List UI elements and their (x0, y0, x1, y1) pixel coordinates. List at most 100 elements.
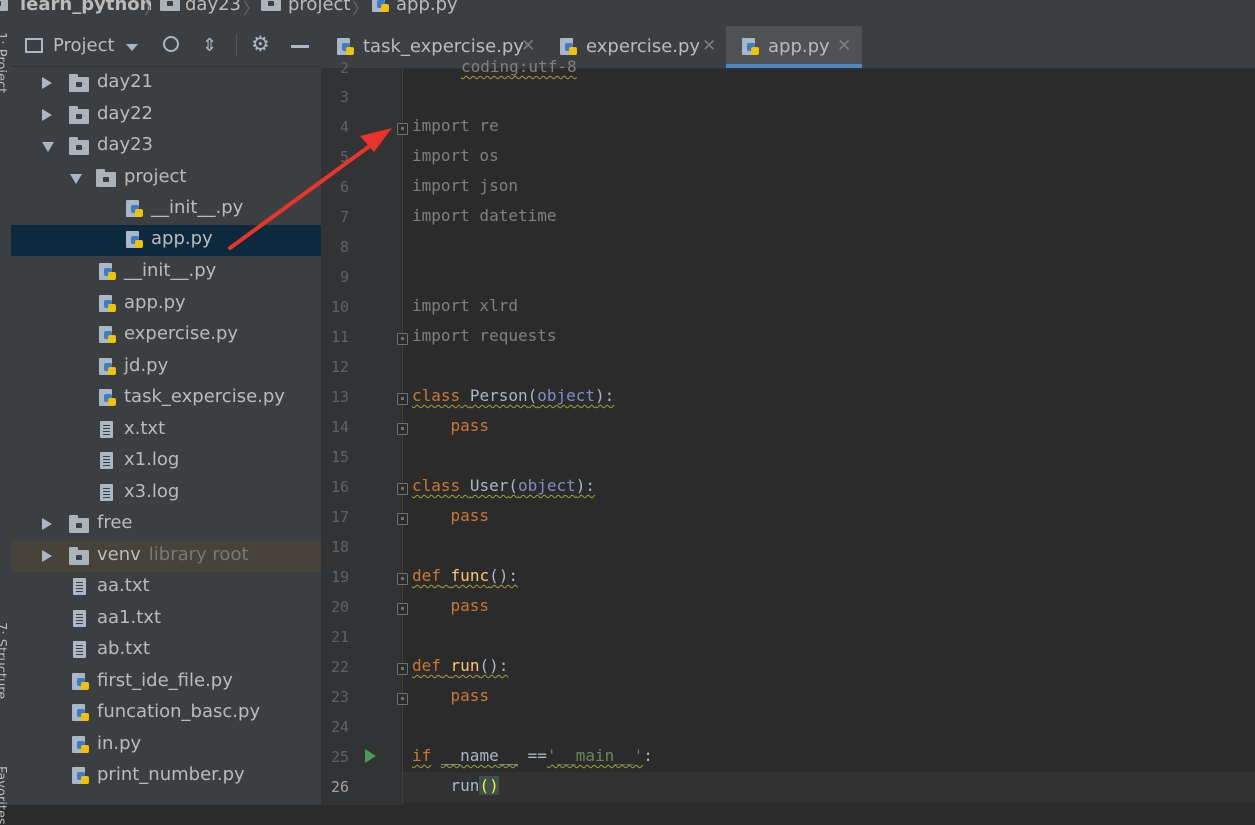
current-line-highlight (401, 772, 1255, 803)
tree-item-x1-log[interactable]: x1.log (11, 446, 321, 477)
tree-item-expercise-py[interactable]: expercise.py (11, 320, 321, 351)
line-number: 14 (330, 418, 349, 436)
tree-item-in-py[interactable]: in.py (11, 730, 321, 761)
code-line-26: run() (412, 776, 499, 795)
breadcrumb-app-py[interactable]: app.py (396, 0, 458, 15)
expand-arrow-icon[interactable] (42, 550, 52, 562)
fold-marker-icon[interactable] (397, 333, 408, 345)
python-file-icon (72, 767, 89, 785)
fold-marker-icon[interactable] (397, 513, 408, 525)
tree-item-label: aa.txt (97, 575, 150, 596)
divider (236, 34, 237, 56)
tree-item-label: in.py (97, 733, 142, 754)
keyword: pass (450, 596, 490, 615)
project-tool-button[interactable]: 1: Project (0, 32, 8, 93)
tree-item-init-py[interactable]: __init__.py (11, 257, 321, 288)
tree-item-label: free (97, 512, 133, 533)
fold-marker-icon[interactable] (397, 423, 408, 435)
tree-item-x-txt[interactable]: x.txt (11, 415, 321, 446)
folder-icon (69, 106, 89, 124)
tree-item-funcation-basc-py[interactable]: funcation_basc.py (11, 698, 321, 729)
tree-item-day23[interactable]: day23 (11, 131, 321, 162)
tab-label: expercise.py (586, 36, 701, 57)
text-file-icon (73, 610, 86, 627)
code-editor[interactable]: 2 3 4 5 6 7 8 9 10 11 12 13 14 15 16 17 … (321, 57, 1255, 805)
tree-item-aa-txt[interactable]: aa.txt (11, 572, 321, 603)
folder-icon (69, 74, 89, 92)
tree-item-app-py[interactable]: app.py (11, 289, 321, 320)
tree-item-jd-py[interactable]: jd.py (11, 352, 321, 383)
fold-marker-icon[interactable] (397, 123, 408, 135)
breadcrumb-day23[interactable]: day23 (185, 0, 241, 15)
class-name: User (469, 476, 509, 495)
code-line-6: import json (412, 176, 518, 195)
function-name: run (450, 656, 480, 675)
tree-item-label: x1.log (124, 449, 180, 470)
tree-item-label: expercise.py (124, 323, 239, 344)
fold-marker-icon[interactable] (397, 573, 408, 585)
tree-item-free[interactable]: free (11, 509, 321, 540)
line-number: 6 (339, 178, 349, 196)
tree-item-label: __init__.py (151, 197, 244, 218)
dunder-name: __name__ (440, 746, 518, 765)
collapse-arrow-icon[interactable] (70, 174, 82, 184)
expand-arrow-icon[interactable] (42, 77, 52, 89)
tree-item-print-number-py[interactable]: print_number.py (11, 761, 321, 792)
line-number: 20 (330, 598, 349, 616)
tree-item-x3-log[interactable]: x3.log (11, 478, 321, 509)
operator: == (527, 746, 547, 765)
folder-icon (0, 0, 8, 11)
tree-item-venv[interactable]: venv library root (11, 541, 321, 572)
chevron-down-icon[interactable] (126, 44, 138, 51)
expand-arrow-icon[interactable] (42, 518, 52, 530)
tree-item-task-expercise-py[interactable]: task_expercise.py (11, 383, 321, 414)
python-file-icon (99, 326, 116, 344)
hide-minus-icon[interactable] (291, 45, 309, 48)
tree-item-aa1-txt[interactable]: aa1.txt (11, 604, 321, 635)
collapse-all-icon[interactable]: ⇕ (202, 35, 217, 56)
line-number: 5 (339, 148, 349, 166)
keyword: pass (450, 506, 490, 525)
project-view-dropdown[interactable]: Project (53, 35, 115, 56)
code-line-23: pass (412, 686, 490, 705)
tab-app-py[interactable]: app.py ✕ (726, 26, 862, 68)
tree-item-project-app-py[interactable]: app.py (11, 225, 321, 256)
fold-marker-icon[interactable] (397, 663, 408, 675)
tree-item-day21[interactable]: day21 (11, 68, 321, 99)
run-icon[interactable] (365, 749, 376, 763)
keyword: if (412, 746, 432, 765)
tree-item-ab-txt[interactable]: ab.txt (11, 635, 321, 666)
breadcrumb-learn-python[interactable]: learn_python (20, 0, 152, 15)
folder-icon (69, 547, 89, 565)
breadcrumb-project[interactable]: project (288, 0, 350, 15)
favorites-tool-button[interactable]: Favorites (0, 766, 8, 825)
tree-item-label: __init__.py (124, 260, 217, 281)
folder-icon (160, 0, 180, 11)
tree-item-day22[interactable]: day22 (11, 100, 321, 131)
code-line-11: import requests (412, 326, 557, 345)
project-view-icon (25, 38, 43, 53)
breadcrumb-separator: 〉 (243, 0, 260, 18)
structure-tool-button[interactable]: 7: Structure (0, 622, 8, 699)
tree-item-project[interactable]: project (11, 163, 321, 194)
fold-marker-icon[interactable] (397, 693, 408, 705)
text-file-icon (73, 641, 86, 658)
close-icon[interactable]: ✕ (702, 36, 716, 56)
code-line-7: import datetime (412, 206, 557, 225)
locate-target-icon[interactable] (163, 36, 179, 52)
tree-item-project-init-py[interactable]: __init__.py (11, 194, 321, 225)
gear-icon[interactable]: ⚙ (251, 32, 270, 56)
close-icon[interactable]: ✕ (521, 36, 535, 56)
fold-marker-icon[interactable] (397, 483, 408, 495)
tree-item-first-ide-file-py[interactable]: first_ide_file.py (11, 667, 321, 698)
close-icon[interactable]: ✕ (837, 36, 851, 56)
fold-marker-icon[interactable] (397, 603, 408, 615)
collapse-arrow-icon[interactable] (42, 142, 54, 152)
code-line-25: if __name__ =='__main__': (412, 746, 653, 765)
line-number: 18 (330, 538, 349, 556)
fold-marker-icon[interactable] (397, 393, 408, 405)
tree-item-label: funcation_basc.py (97, 701, 261, 722)
expand-arrow-icon[interactable] (42, 109, 52, 121)
matched-parens: () (479, 776, 499, 795)
line-number: 26 (330, 778, 349, 796)
